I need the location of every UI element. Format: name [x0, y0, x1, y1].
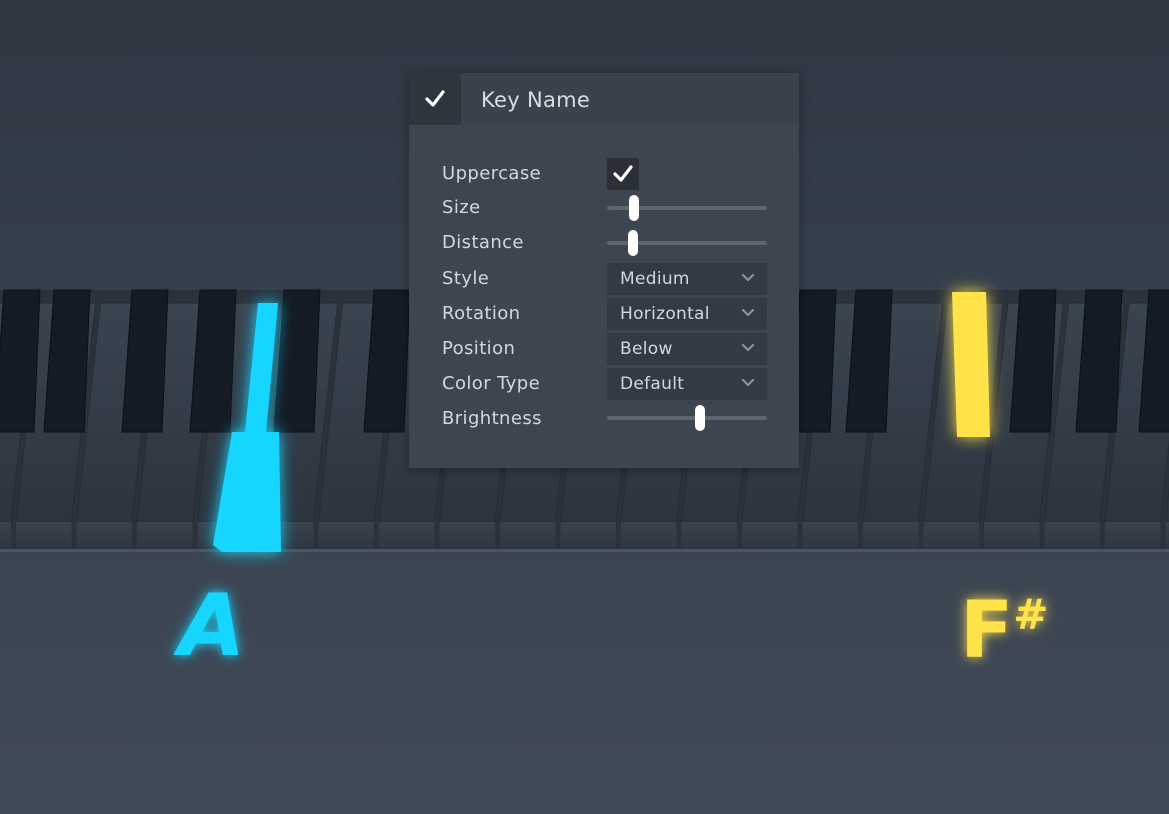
white-key-front — [863, 522, 919, 549]
key-label-f-sharp: F# — [960, 586, 1049, 676]
white-key-front — [76, 522, 132, 549]
chevron-down-icon — [741, 308, 755, 317]
key-edge — [0, 549, 1169, 552]
white-key-front — [621, 522, 677, 549]
brightness-label: Brightness — [442, 408, 542, 429]
color-type-label: Color Type — [442, 373, 541, 394]
uppercase-label: Uppercase — [442, 163, 542, 184]
white-key-front — [802, 522, 858, 549]
panel-title: Key Name — [481, 88, 591, 112]
chevron-down-icon — [741, 378, 755, 387]
lit-key-f-sharp — [952, 292, 990, 437]
white-key-front — [923, 522, 979, 549]
uppercase-checkbox[interactable] — [607, 158, 639, 190]
slider-track — [607, 416, 767, 420]
brightness-slider[interactable] — [607, 405, 767, 431]
checkmark-icon — [613, 165, 633, 182]
white-key-front — [439, 522, 495, 549]
key-label-a: A — [173, 576, 246, 676]
distance-slider[interactable] — [607, 230, 767, 256]
style-label: Style — [442, 268, 490, 289]
rotation-dropdown[interactable]: Horizontal — [607, 298, 767, 330]
rotation-label: Rotation — [442, 303, 521, 324]
white-key-front — [1044, 522, 1100, 549]
white-key-front — [681, 522, 737, 549]
white-key-front — [0, 522, 11, 549]
checkmark-icon — [425, 90, 445, 107]
size-slider[interactable] — [607, 195, 767, 221]
panel-header: Key Name — [409, 73, 799, 125]
label-letter: F — [960, 586, 1013, 676]
white-key-front — [16, 522, 72, 549]
black-key — [0, 289, 41, 433]
slider-thumb[interactable] — [627, 230, 638, 256]
rotation-value: Horizontal — [620, 304, 710, 324]
key-name-panel: Key Name Uppercase Size Distance Style M… — [409, 73, 799, 468]
chevron-down-icon — [741, 343, 755, 352]
white-key-front — [984, 522, 1040, 549]
slider-thumb[interactable] — [629, 195, 640, 221]
distance-label: Distance — [442, 232, 524, 253]
size-label: Size — [442, 197, 481, 218]
white-key-front — [137, 522, 193, 549]
white-key-front — [1165, 522, 1169, 549]
position-value: Below — [620, 339, 673, 359]
style-dropdown[interactable]: Medium — [607, 263, 767, 295]
white-key-front — [742, 522, 798, 549]
color-type-dropdown[interactable]: Default — [607, 368, 767, 400]
white-key-front — [379, 522, 435, 549]
white-key-front — [560, 522, 616, 549]
color-type-value: Default — [620, 374, 685, 394]
key-name-toggle-checkbox[interactable] — [409, 73, 461, 125]
slider-thumb[interactable] — [694, 405, 705, 431]
white-key-front — [1105, 522, 1161, 549]
chevron-down-icon — [741, 273, 755, 282]
position-dropdown[interactable]: Below — [607, 333, 767, 365]
style-value: Medium — [620, 269, 690, 289]
position-label: Position — [442, 338, 516, 359]
white-key-front — [500, 522, 556, 549]
white-key-front — [318, 522, 374, 549]
label-accidental: # — [1013, 590, 1048, 639]
